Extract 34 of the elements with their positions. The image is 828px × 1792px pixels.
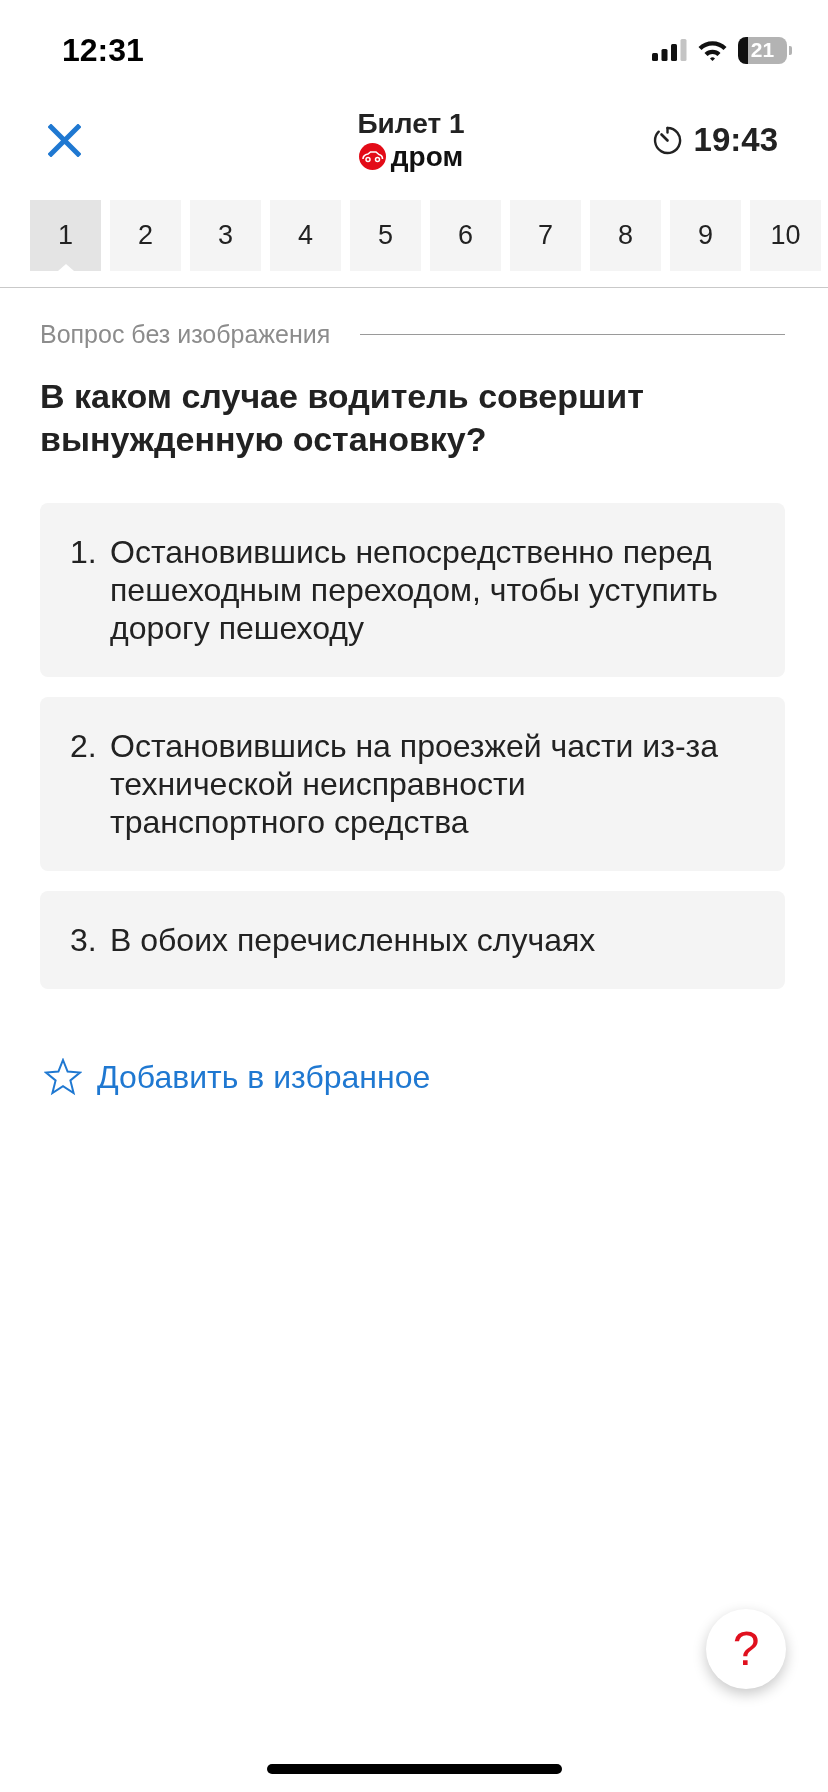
answer-text: Остановившись непосредственно перед пешеходным переходом, чтобы уступить дорогу пешеходу [110,533,720,647]
question-text: В каком случае водитель совершит вынужденную остановку? [40,376,645,460]
question-tab[interactable]: 2 [110,200,181,271]
battery-indicator: 21 [738,36,792,64]
signal-icon [652,39,687,61]
question-tab[interactable]: 4 [270,200,341,271]
stopwatch-icon [652,125,682,155]
status-time: 12:31 [62,31,144,69]
answer-number: 2. [70,727,98,766]
question-note: Вопрос без изображения [40,320,331,348]
answer-card[interactable]: 2. Остановившись на проезжей части из-за технической неисправности транспортного средства [40,697,785,871]
question-tab[interactable]: 5 [350,200,421,271]
help-button[interactable]: ? [706,1609,786,1689]
question-tab[interactable]: 7 [510,200,581,271]
answer-card[interactable]: 3. В обоих перечисленных случаях [40,891,785,989]
answer-text: Остановившись на проезжей части из-за технической неисправности транспортного средства [110,727,719,841]
question-tab[interactable]: 10 [750,200,821,271]
answer-number: 1. [70,533,98,572]
car-logo-icon [358,143,386,170]
answer-card[interactable]: 1. Остановившись непосредственно перед пешеходным переходом, чтобы уступить дорогу пешеходу [40,503,785,677]
close-icon [47,123,81,157]
answer-text: В обоих перечисленных случаях [110,921,597,959]
ticket-title: Билет 1 [357,107,465,140]
wifi-icon [697,39,728,61]
star-icon [44,1058,82,1096]
question-tab[interactable]: 8 [590,200,661,271]
question-tab[interactable]: 3 [190,200,261,271]
answer-number: 3. [70,921,98,959]
question-tab[interactable]: 9 [670,200,741,271]
logo-text: дром [390,140,464,173]
timer-text: 19:43 [693,121,778,159]
add-to-favorites-button[interactable]: Добавить в избранное [44,1057,431,1097]
question-tab[interactable]: 6 [430,200,501,271]
question-tab[interactable]: 1 [30,200,101,271]
